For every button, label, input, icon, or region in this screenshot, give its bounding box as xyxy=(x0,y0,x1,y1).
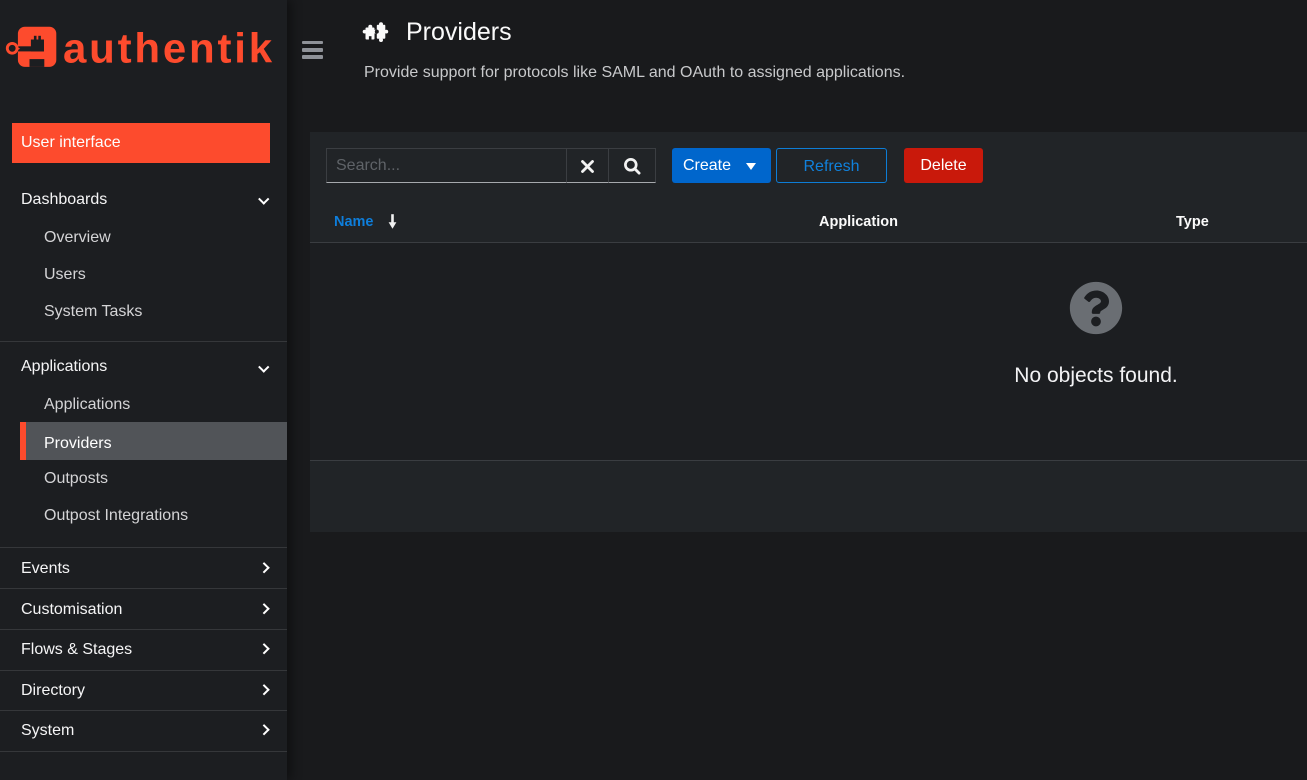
svg-text:authentik: authentik xyxy=(63,25,275,72)
